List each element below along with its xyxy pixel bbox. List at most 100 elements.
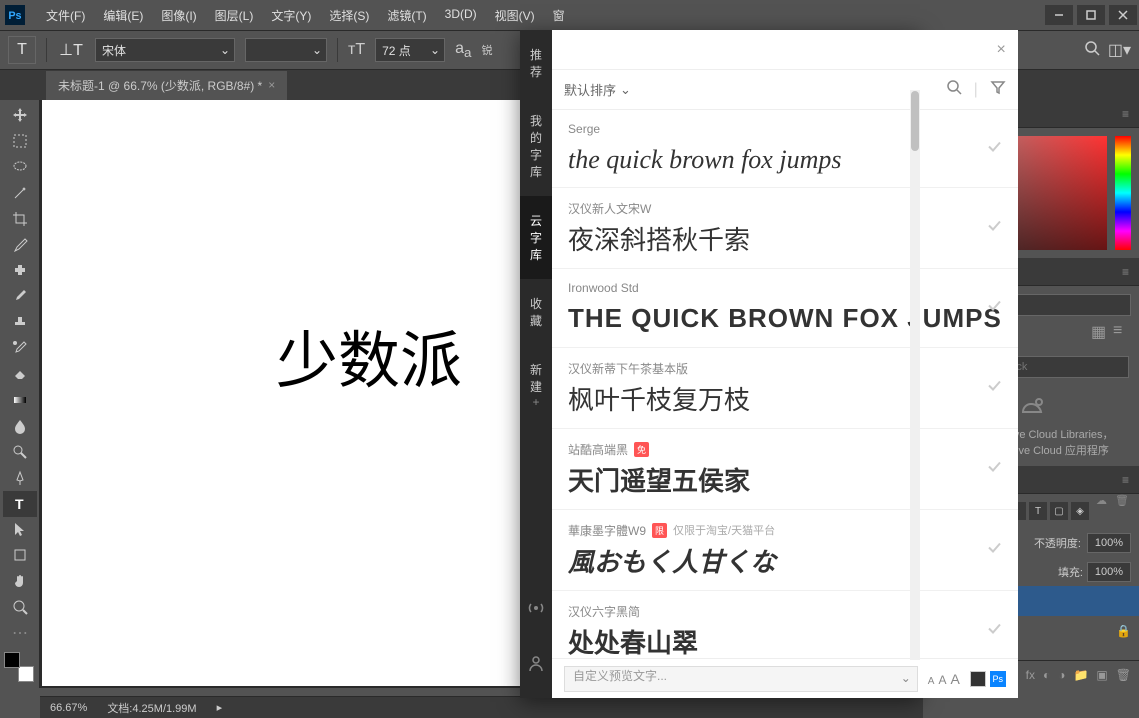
new-layer-icon[interactable]: ▣: [1096, 668, 1107, 682]
filter-shape-icon[interactable]: ▢: [1050, 502, 1068, 520]
filter-smart-icon[interactable]: ◈: [1071, 502, 1089, 520]
lasso-tool[interactable]: [3, 154, 37, 180]
eyedropper-tool[interactable]: [3, 232, 37, 258]
font-tab-cloud[interactable]: 云字库: [520, 196, 552, 279]
search-icon[interactable]: [1084, 40, 1100, 61]
document-tab[interactable]: 未标题-1 @ 66.7% (少数派, RGB/8#) * ×: [46, 71, 287, 100]
mode-dark-icon[interactable]: [970, 671, 986, 687]
list-view-icon[interactable]: ▦: [1091, 322, 1109, 340]
menu-window[interactable]: 窗: [545, 3, 573, 28]
workspace-icon[interactable]: ◫▾: [1108, 40, 1131, 60]
menu-edit[interactable]: 编辑(E): [95, 3, 151, 28]
check-icon[interactable]: [986, 138, 1002, 159]
history-brush-tool[interactable]: [3, 335, 37, 361]
scrollbar-thumb[interactable]: [911, 91, 919, 151]
menu-select[interactable]: 选择(S): [321, 3, 377, 28]
preview-size-picker[interactable]: AAA: [928, 671, 960, 687]
adjustment-layer-icon[interactable]: ◑: [1058, 668, 1065, 682]
font-tab-favorites[interactable]: 收藏: [520, 279, 552, 345]
gradient-tool[interactable]: [3, 387, 37, 413]
canvas-text-layer[interactable]: 少数派: [276, 310, 462, 400]
check-icon[interactable]: [986, 458, 1002, 479]
orientation-icon[interactable]: ⊥T: [57, 36, 85, 64]
marquee-tool[interactable]: [3, 128, 37, 154]
background-color-swatch[interactable]: [18, 666, 34, 682]
close-icon[interactable]: ×: [268, 78, 275, 92]
mask-icon[interactable]: ◐: [1043, 668, 1050, 682]
search-icon[interactable]: [946, 79, 962, 100]
opacity-input[interactable]: [1087, 533, 1131, 553]
menu-3d[interactable]: 3D(D): [437, 3, 485, 28]
shape-tool[interactable]: [3, 542, 37, 568]
eraser-tool[interactable]: [3, 361, 37, 387]
check-icon[interactable]: [986, 540, 1002, 561]
pen-tool[interactable]: [3, 465, 37, 491]
font-item[interactable]: 站酷高端黑 免 天门遥望五侯家: [552, 429, 1018, 510]
healing-tool[interactable]: [3, 257, 37, 283]
menu-filter[interactable]: 滤镜(T): [379, 3, 434, 28]
dodge-tool[interactable]: [3, 439, 37, 465]
menu-image[interactable]: 图像(I): [153, 3, 204, 28]
crop-tool[interactable]: [3, 206, 37, 232]
font-item[interactable]: 華康墨字體W9 限 仅限于淘宝/天猫平台 風おもく人甘くな: [552, 510, 1018, 591]
font-tab-recommend[interactable]: 推荐: [520, 30, 552, 96]
custom-preview-input[interactable]: 自定义预览文字... ⌄: [564, 666, 918, 692]
font-item[interactable]: 汉仪新人文宋W 夜深斜搭秋千索: [552, 188, 1018, 269]
stamp-tool[interactable]: [3, 309, 37, 335]
font-tab-my-fonts[interactable]: 我的字库: [520, 96, 552, 196]
user-icon[interactable]: [526, 653, 546, 678]
ps-mode-icon[interactable]: Ps: [990, 671, 1006, 687]
hue-slider[interactable]: [1115, 136, 1131, 250]
fx-icon[interactable]: fx: [1026, 668, 1035, 682]
menu-type[interactable]: 文字(Y): [263, 3, 319, 28]
type-tool[interactable]: T: [3, 491, 37, 517]
tool-preset-icon[interactable]: T: [8, 36, 36, 64]
close-icon[interactable]: ×: [996, 41, 1005, 59]
panel-menu-icon[interactable]: ≡: [1122, 473, 1129, 487]
edit-toolbar[interactable]: ⋯: [3, 620, 37, 646]
sort-dropdown[interactable]: 默认排序 ⌄: [564, 80, 631, 99]
check-icon[interactable]: [986, 621, 1002, 642]
check-icon[interactable]: [986, 218, 1002, 239]
filter-icon[interactable]: [990, 79, 1006, 100]
doc-info[interactable]: 文档:4.25M/1.99M: [107, 700, 196, 716]
maximize-button[interactable]: [1077, 5, 1105, 25]
minimize-button[interactable]: [1045, 5, 1073, 25]
color-swatches[interactable]: [4, 652, 34, 682]
magic-wand-tool[interactable]: [3, 180, 37, 206]
broadcast-icon[interactable]: [526, 598, 546, 623]
filter-type-icon[interactable]: T: [1029, 502, 1047, 520]
check-icon[interactable]: [986, 377, 1002, 398]
font-item[interactable]: 汉仪新蒂下午茶基本版 枫叶千枝复万枝: [552, 348, 1018, 429]
font-item[interactable]: Serge the quick brown fox jumps: [552, 110, 1018, 188]
panel-menu-icon[interactable]: ≡: [1122, 265, 1129, 279]
group-icon[interactable]: 📁: [1073, 668, 1088, 682]
menu-layer[interactable]: 图层(L): [207, 3, 262, 28]
path-select-tool[interactable]: [3, 517, 37, 543]
delete-layer-icon[interactable]: 🗑: [1116, 668, 1131, 682]
font-tab-new[interactable]: 新建: [520, 345, 552, 425]
zoom-tool[interactable]: [3, 594, 37, 620]
move-tool[interactable]: [3, 102, 37, 128]
foreground-color-swatch[interactable]: [4, 652, 20, 668]
font-list[interactable]: Serge the quick brown fox jumps 汉仪新人文宋W …: [552, 110, 1018, 658]
check-icon[interactable]: [986, 297, 1002, 318]
menu-view[interactable]: 视图(V): [487, 3, 543, 28]
hand-tool[interactable]: [3, 568, 37, 594]
panel-menu-icon[interactable]: ≡: [1122, 107, 1129, 121]
font-size-select[interactable]: 72 点 ⌄: [375, 38, 445, 62]
close-button[interactable]: [1109, 5, 1137, 25]
fill-input[interactable]: [1087, 562, 1131, 582]
grid-view-icon[interactable]: ≡: [1113, 322, 1131, 340]
zoom-level[interactable]: 66.67%: [50, 702, 87, 714]
menu-file[interactable]: 文件(F): [38, 3, 93, 28]
chevron-right-icon[interactable]: ▸: [217, 701, 223, 714]
font-item[interactable]: Ironwood Std THE QUICK BROWN FOX JUMPS: [552, 269, 1018, 347]
canvas[interactable]: 少数派: [42, 100, 520, 686]
font-family-select[interactable]: 宋体 ⌄: [95, 38, 235, 62]
font-item[interactable]: 汉仪六字黑简 处处春山翠: [552, 591, 1018, 658]
brush-tool[interactable]: [3, 283, 37, 309]
font-style-select[interactable]: ⌄: [245, 38, 327, 62]
scrollbar[interactable]: [910, 90, 920, 660]
blur-tool[interactable]: [3, 413, 37, 439]
